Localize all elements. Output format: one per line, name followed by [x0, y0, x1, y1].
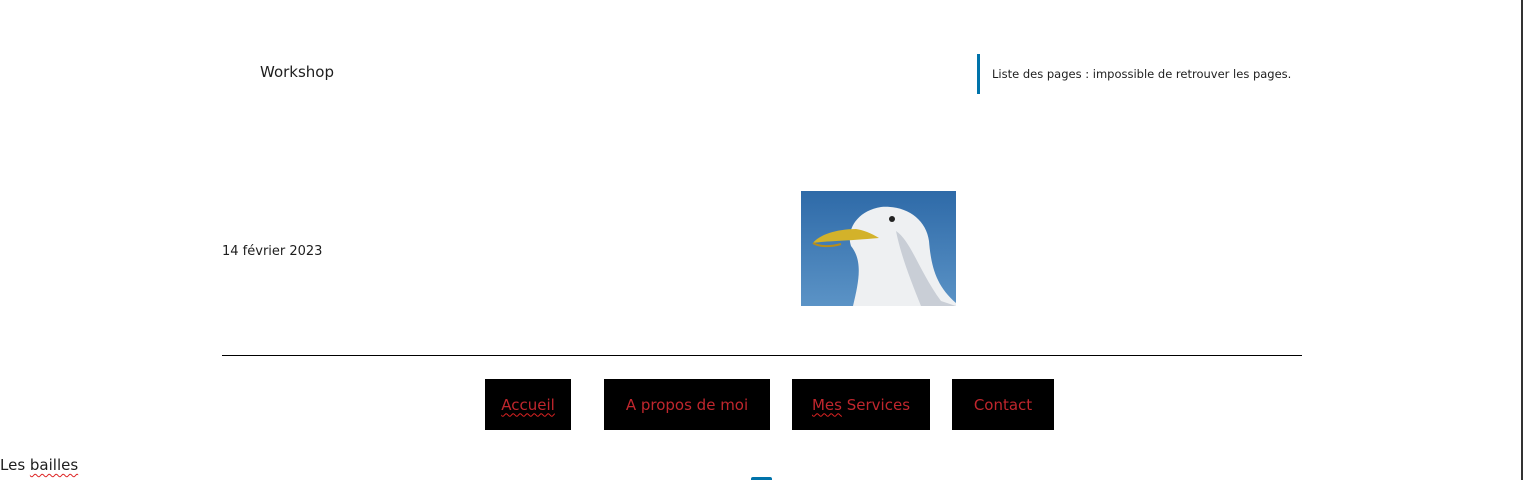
notice-text: Liste des pages : impossible de retrouve…: [992, 67, 1292, 81]
nav-label-part: Services: [841, 395, 911, 414]
nav-label: Mes Services: [812, 396, 910, 414]
window-edge: [1521, 0, 1523, 480]
footer-text: Les bailles: [0, 456, 78, 474]
site-title[interactable]: Workshop: [260, 63, 334, 81]
nav-contact[interactable]: Contact: [952, 379, 1054, 430]
footer-text-part: Les: [0, 456, 30, 474]
nav-label: Accueil: [501, 395, 555, 414]
nav-label-part: Mes: [811, 395, 842, 414]
post-date: 14 février 2023: [222, 244, 323, 259]
nav-label: Contact: [973, 395, 1033, 414]
nav-label: A propos de moi: [625, 395, 749, 414]
divider: [222, 355, 1302, 356]
nav-a-propos[interactable]: A propos de moi: [604, 379, 770, 430]
seagull-image: [801, 191, 956, 306]
footer-text-part: bailles: [29, 456, 79, 474]
nav-accueil[interactable]: Accueil: [485, 379, 571, 430]
page-list-notice: Liste des pages : impossible de retrouve…: [977, 54, 1291, 94]
nav-mes-services[interactable]: Mes Services: [792, 379, 930, 430]
